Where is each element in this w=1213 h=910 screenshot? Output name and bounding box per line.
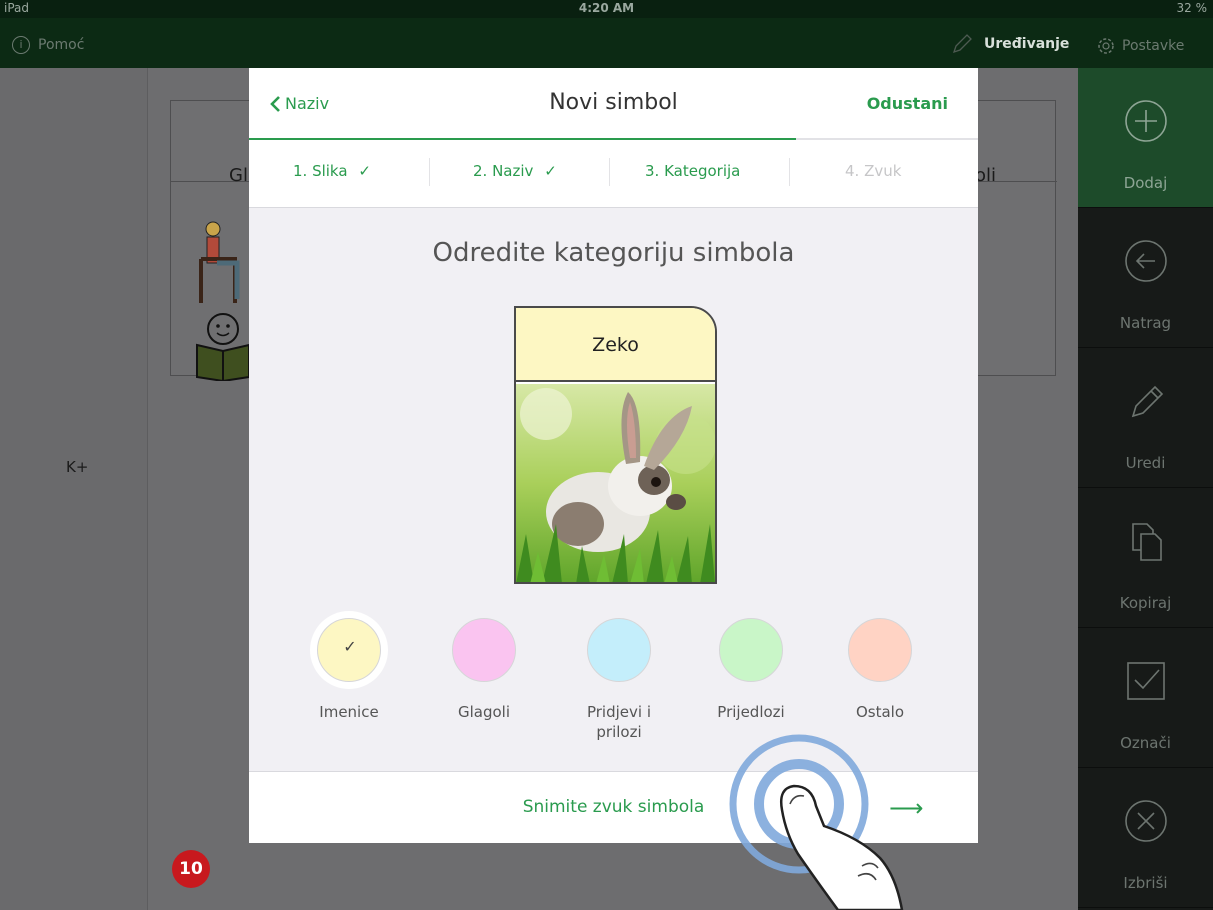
close-circle-icon xyxy=(1125,800,1167,842)
back-button[interactable]: Natrag xyxy=(1078,208,1213,348)
info-icon: i xyxy=(12,36,30,54)
gear-icon xyxy=(1098,38,1114,54)
symbol-preview: Zeko xyxy=(514,306,717,584)
select-label: Označi xyxy=(1120,734,1171,752)
status-bar: iPad 4:20 AM 32 % xyxy=(0,0,1213,18)
top-bar: i Pomoć Uređivanje Postavke xyxy=(0,18,1213,68)
rabbit-photo xyxy=(516,384,715,582)
clock: 4:20 AM xyxy=(578,1,635,15)
arrow-right-icon[interactable]: ⟶ xyxy=(889,794,923,822)
left-panel-label: K+ xyxy=(66,458,89,476)
edit-mode-label: Uređivanje xyxy=(984,36,1070,52)
category-label: Glagoli xyxy=(457,703,511,721)
step-divider xyxy=(789,158,790,186)
edit-button[interactable]: Uredi xyxy=(1078,348,1213,488)
category-color-swatch xyxy=(719,618,783,682)
step-image[interactable]: 1. Slika ✓ xyxy=(293,162,371,180)
step-label: 2. Naziv xyxy=(473,162,534,180)
select-button[interactable]: Označi xyxy=(1078,628,1213,768)
background-board-left: Gl xyxy=(170,100,261,381)
step-label: 1. Slika xyxy=(293,162,348,180)
cancel-button[interactable]: Odustani xyxy=(867,94,948,113)
pencil-icon xyxy=(952,34,972,54)
category-label: Ostalo xyxy=(855,703,905,721)
dialog-footer: Snimite zvuk simbola ⟶ xyxy=(249,771,978,843)
wizard-steps: 1. Slika ✓ 2. Naziv ✓ 3. Kategorija 4. Z… xyxy=(249,140,978,208)
background-board-title: Gl xyxy=(229,165,248,186)
delete-button[interactable]: Izbriši xyxy=(1078,768,1213,908)
plus-circle-icon xyxy=(1125,100,1167,142)
settings-button[interactable]: Postavke xyxy=(1096,36,1184,56)
record-sound-button[interactable]: Snimite zvuk simbola xyxy=(249,797,978,817)
battery-level: 32 % xyxy=(1176,1,1208,15)
left-panel xyxy=(0,68,148,910)
step-category[interactable]: 3. Kategorija xyxy=(645,162,740,180)
checkmark-icon: ✓ xyxy=(343,637,357,656)
reading-person-icon xyxy=(196,313,250,381)
step-label: 4. Zvuk xyxy=(845,162,902,180)
copy-label: Kopiraj xyxy=(1119,594,1172,612)
symbol-label: Zeko xyxy=(516,308,715,382)
settings-label: Postavke xyxy=(1122,38,1185,54)
add-label: Dodaj xyxy=(1123,174,1168,192)
back-label: Natrag xyxy=(1119,314,1172,332)
checkmark-icon: ✓ xyxy=(358,162,371,180)
category-label-line: prilozi xyxy=(596,723,642,741)
step-sound[interactable]: 4. Zvuk xyxy=(845,162,901,180)
copy-button[interactable]: Kopiraj xyxy=(1078,488,1213,628)
action-sidebar: Dodaj Natrag Uredi Kopiraj Označi Izbriš… xyxy=(1078,68,1213,910)
step-name[interactable]: 2. Naziv ✓ xyxy=(473,162,557,180)
category-other[interactable]: Ostalo xyxy=(815,618,945,722)
category-label-line: Pridjevi i xyxy=(586,703,651,721)
category-prepositions[interactable]: Prijedlozi xyxy=(686,618,816,722)
category-verbs[interactable]: Glagoli xyxy=(419,618,549,722)
new-symbol-dialog: Naziv Novi simbol Odustani 1. Slika ✓ 2.… xyxy=(249,68,978,843)
category-color-swatch xyxy=(587,618,651,682)
category-label: Prijedlozi xyxy=(717,703,785,721)
category-label: Pridjevi i prilozi xyxy=(554,702,684,742)
edit-mode-button[interactable]: Uređivanje xyxy=(950,32,1069,56)
help-button[interactable]: i Pomoć xyxy=(12,36,84,54)
add-button[interactable]: Dodaj xyxy=(1078,68,1213,208)
copy-icon xyxy=(1132,523,1162,561)
step-label: 3. Kategorija xyxy=(645,162,741,180)
dialog-header: Naziv Novi simbol Odustani xyxy=(249,68,978,140)
background-board-right: oli xyxy=(970,100,1057,376)
step-divider xyxy=(609,158,610,186)
background-board-title: oli xyxy=(975,165,997,186)
pencil-icon xyxy=(1131,385,1164,418)
category-label: Imenice xyxy=(319,703,379,721)
edit-label: Uredi xyxy=(1125,454,1166,472)
sitting-person-icon xyxy=(199,221,240,303)
category-color-swatch xyxy=(452,618,516,682)
category-adjectives-adverbs[interactable]: Pridjevi i prilozi xyxy=(554,618,684,742)
back-arrow-circle-icon xyxy=(1125,240,1167,282)
checkmark-icon: ✓ xyxy=(544,162,557,180)
category-color-swatch: ✓ xyxy=(317,618,381,682)
category-color-swatch xyxy=(848,618,912,682)
category-nouns[interactable]: ✓ Imenice xyxy=(284,618,414,722)
step-divider xyxy=(429,158,430,186)
delete-label: Izbriši xyxy=(1123,874,1168,892)
step-badge: 10 xyxy=(172,850,210,888)
checkbox-icon xyxy=(1127,662,1165,700)
help-label: Pomoć xyxy=(38,37,85,53)
dialog-heading: Odredite kategoriju simbola xyxy=(432,238,795,268)
